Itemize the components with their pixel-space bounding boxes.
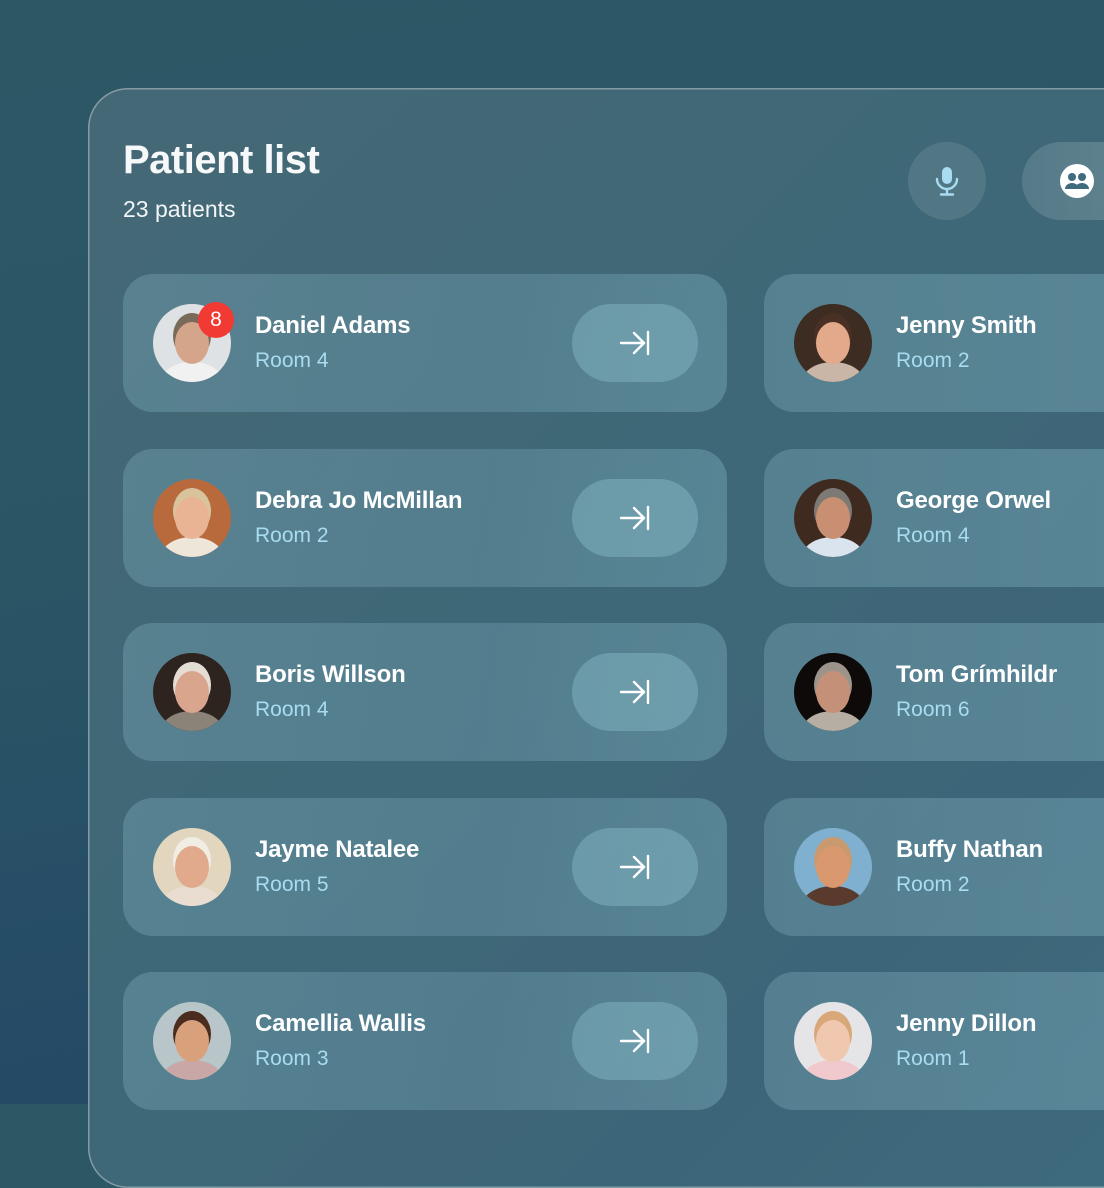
patient-avatar [153,1002,231,1080]
avatar-face [175,496,209,539]
patient-name: Buffy Nathan [896,835,1043,863]
patient-room: Room 4 [255,349,329,372]
patient-count: 23 patients [123,196,236,222]
patient-room: Room 2 [896,872,970,896]
open-patient-button[interactable] [572,478,698,557]
patient-room: Room 4 [255,698,329,721]
patient-card[interactable]: 8 Daniel Adams Room 4 [123,274,727,412]
avatar-shoulders [802,362,864,382]
arrow-right-to-bar-icon [619,1028,650,1054]
patient-card[interactable]: Debra Jo McMillan Room 2 [123,448,727,587]
avatar-face [816,671,850,713]
avatar-shoulders [161,711,223,731]
patient-room: Room 4 [896,523,970,547]
patient-room: Room 6 [896,698,970,721]
arrow-right-to-bar-icon [619,330,650,356]
patient-name: George Orwel [896,486,1051,514]
open-patient-button[interactable] [572,653,698,731]
patient-avatar [794,1002,872,1080]
patient-card[interactable]: Jayme Natalee Room 5 [123,797,727,936]
patient-name: Jenny Smith [896,312,1037,339]
microphone-icon [935,167,959,196]
patient-room: Room 5 [255,872,329,896]
patient-name: Boris Willson [255,661,406,688]
patient-card[interactable]: Boris Willson Room 4 [123,623,727,761]
avatar-shoulders [802,711,864,731]
patient-card[interactable]: George Orwel Room 4 [764,448,1104,587]
patient-card[interactable]: Tom Grímhildr Room 6 [764,623,1104,761]
open-patient-button[interactable] [572,1002,698,1080]
avatar-shoulders [802,885,864,906]
patient-name: Tom Grímhildr [896,661,1057,688]
microphone-button[interactable] [908,142,986,220]
open-patient-button[interactable] [572,827,698,906]
patient-name: Jenny Dillon [896,1010,1037,1037]
avatar-face [816,322,850,364]
patient-room: Room 2 [255,523,329,547]
avatar-shoulders [161,885,223,906]
open-patient-button[interactable] [572,304,698,382]
patient-name: Camellia Wallis [255,1010,426,1037]
patient-card[interactable]: Jenny Smith Room 2 [764,274,1104,412]
avatar-face [175,671,209,713]
patient-room: Room 1 [896,1047,970,1070]
avatar-face [816,845,850,888]
patient-card[interactable]: Jenny Dillon Room 1 [764,972,1104,1110]
patient-name: Jayme Natalee [255,835,420,863]
avatar-shoulders [802,536,864,557]
patient-avatar [794,478,872,557]
avatar-shoulders [161,536,223,557]
patient-card[interactable]: Buffy Nathan Room 2 [764,797,1104,936]
avatar-shoulders [802,1060,864,1080]
arrow-right-to-bar-icon [619,679,650,705]
arrow-right-to-bar-icon [619,505,650,530]
avatar-face [816,496,850,539]
avatar-shoulders [161,362,223,382]
avatar-face [175,845,209,888]
patient-name: Debra Jo McMillan [255,486,463,514]
patient-avatar [153,653,231,731]
patient-avatar [153,827,231,906]
patient-avatar [153,478,231,557]
patient-avatar [794,827,872,906]
page-title: Patient list [123,138,320,182]
group-button[interactable] [1022,142,1104,220]
avatar-face [816,1020,850,1062]
avatar-shoulders [161,1060,223,1080]
patient-name: Daniel Adams [255,312,411,339]
patient-room: Room 2 [896,349,970,372]
patient-avatar [794,653,872,731]
arrow-right-to-bar-icon [619,854,650,879]
patient-list-panel: Patient list 23 patients 8 Daniel Adams Ro… [88,88,1104,1188]
notification-badge: 8 [198,302,234,338]
people-group-icon [1060,164,1094,198]
patient-card[interactable]: Camellia Wallis Room 3 [123,972,727,1110]
avatar-face [175,1020,209,1062]
patient-avatar [794,304,872,382]
patient-room: Room 3 [255,1047,329,1070]
